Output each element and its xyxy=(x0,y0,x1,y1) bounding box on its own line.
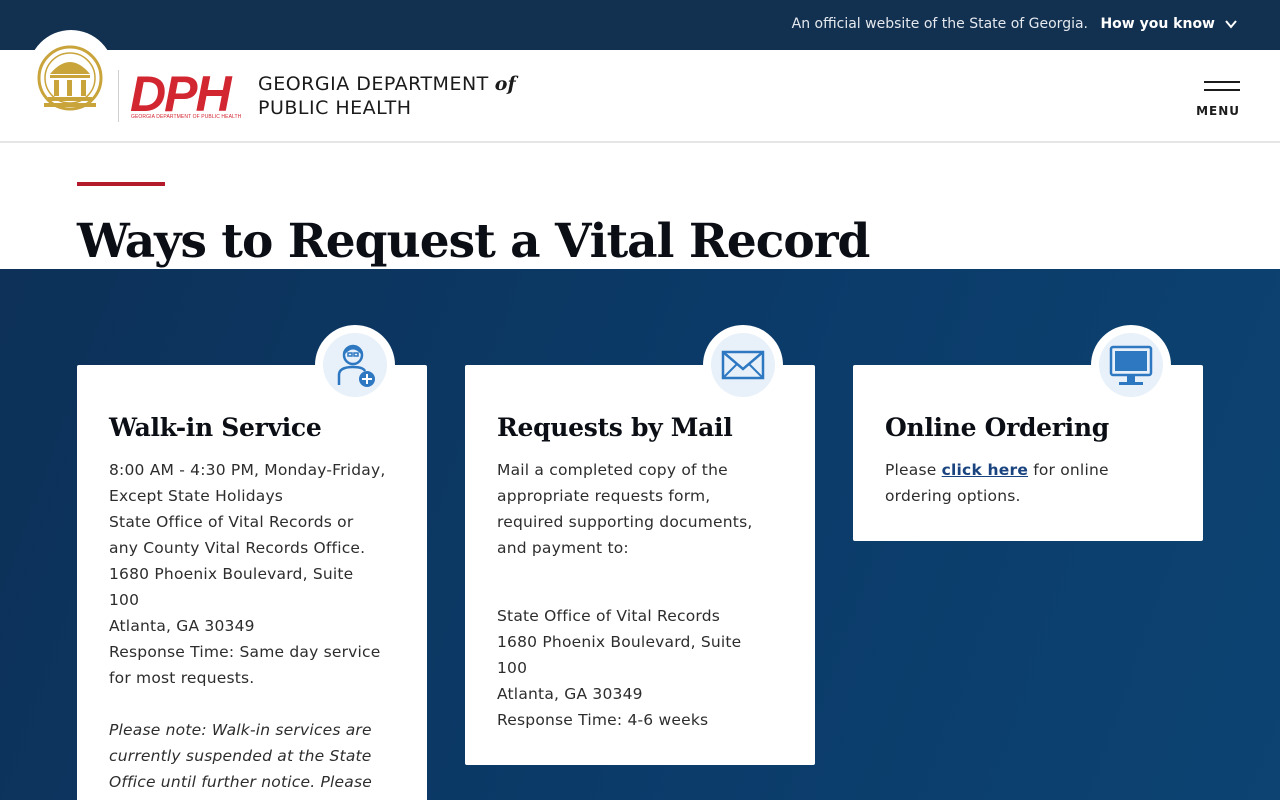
online-ordering-card: Online Ordering Please click here for on… xyxy=(853,325,1203,541)
card-text-line: Mail a completed copy of the xyxy=(497,461,728,479)
card-text-line: State Office of Vital Records or xyxy=(109,513,354,531)
card-icon-badge xyxy=(703,325,783,405)
card-title: Online Ordering xyxy=(885,413,1109,442)
card-text-line: 1680 Phoenix Boulevard, Suite xyxy=(109,565,354,583)
mail-address-line: 1680 Phoenix Boulevard, Suite xyxy=(497,633,742,651)
hamburger-icon xyxy=(1204,89,1240,91)
card-text-line: 8:00 AM - 4:30 PM, Monday-Friday, xyxy=(109,461,386,479)
agency-name[interactable]: GEORGIA DEPARTMENT of PUBLIC HEALTH xyxy=(258,72,516,120)
card-icon-badge xyxy=(315,325,395,405)
walk-in-note-line: Please note: Walk-in services are xyxy=(109,721,372,739)
card-text-line: any County Vital Records Office. xyxy=(109,539,366,557)
card-body: Please click here for online ordering op… xyxy=(885,457,1175,509)
mail-address-line: Response Time: 4-6 weeks xyxy=(497,711,709,729)
title-accent-rule xyxy=(77,182,165,186)
agency-name-line1: GEORGIA DEPARTMENT xyxy=(258,73,489,95)
mail-address-line: State Office of Vital Records xyxy=(497,607,721,625)
hamburger-icon xyxy=(1204,81,1240,83)
online-text-before: Please xyxy=(885,461,942,479)
mail-address-line: Atlanta, GA 30349 xyxy=(497,685,643,703)
georgia-seal-icon[interactable] xyxy=(28,30,114,116)
online-ordering-text-line2: ordering options. xyxy=(885,487,1021,505)
menu-label: MENU xyxy=(1196,104,1240,118)
menu-button[interactable]: MENU xyxy=(1196,78,1240,122)
card-icon-badge xyxy=(1091,325,1171,405)
official-site-text: An official website of the State of Geor… xyxy=(791,16,1088,32)
mail-address-line: 100 xyxy=(497,659,528,677)
card-text-line: appropriate requests form, xyxy=(497,487,711,505)
click-here-link[interactable]: click here xyxy=(942,461,1028,479)
card-text-line: Atlanta, GA 30349 xyxy=(109,617,255,635)
card-body: 8:00 AM - 4:30 PM, Monday-Friday, Except… xyxy=(109,457,399,795)
page-title: Ways to Request a Vital Record xyxy=(77,214,870,269)
walk-in-service-card: Walk-in Service 8:00 AM - 4:30 PM, Monda… xyxy=(77,325,427,800)
card-text-line: for most requests. xyxy=(109,669,255,687)
card-text-line: Except State Holidays xyxy=(109,487,284,505)
card-text-line: and payment to: xyxy=(497,539,629,557)
online-ordering-text: Please click here for online xyxy=(885,457,1175,483)
card-title: Requests by Mail xyxy=(497,413,733,442)
person-medical-icon xyxy=(337,344,375,387)
envelope-icon xyxy=(721,350,765,380)
card-text-line: required supporting documents, xyxy=(497,513,753,531)
dph-logo-subtext: GEORGIA DEPARTMENT OF PUBLIC HEALTH xyxy=(131,114,242,120)
computer-monitor-icon xyxy=(1109,345,1153,385)
card-body: Mail a completed copy of the appropriate… xyxy=(497,457,787,733)
walk-in-note-line: Office until further notice. Please xyxy=(109,773,372,791)
logo-divider xyxy=(118,70,119,122)
card-text-line: 100 xyxy=(109,591,140,609)
card-text-line: Response Time: Same day service xyxy=(109,643,381,661)
online-text-after: for online xyxy=(1028,461,1109,479)
card-title: Walk-in Service xyxy=(109,413,322,442)
walk-in-note-line: currently suspended at the State xyxy=(109,747,372,765)
site-header: DPH GEORGIA DEPARTMENT OF PUBLIC HEALTH … xyxy=(0,30,1280,143)
official-site-banner: An official website of the State of Geor… xyxy=(0,0,1280,50)
requests-by-mail-card: Requests by Mail Mail a completed copy o… xyxy=(465,325,815,765)
chevron-down-icon[interactable] xyxy=(1224,17,1238,31)
how-you-know-toggle[interactable]: How you know xyxy=(1100,16,1215,32)
agency-name-of: of xyxy=(494,73,516,95)
agency-name-line2: PUBLIC HEALTH xyxy=(258,97,412,119)
